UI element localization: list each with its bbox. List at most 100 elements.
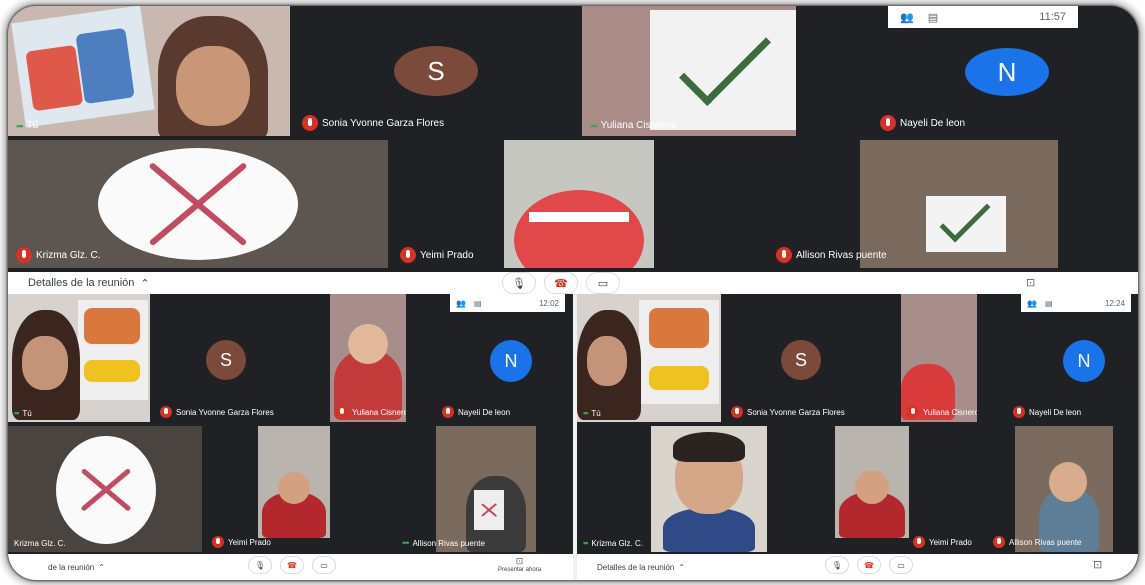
chevron-up-icon[interactable]: ⌃ <box>98 563 105 572</box>
meeting-details-link[interactable]: de la reunión <box>48 563 94 572</box>
video-tile[interactable]: Yeimi Prado <box>833 426 985 552</box>
meet-screenshot-bottom-right: ▪▪ Tú S Sonia Yvonne Garza Flores Yulian… <box>577 294 1138 580</box>
end-call-icon[interactable]: ☎ <box>280 556 304 574</box>
mic-off-icon <box>160 406 172 418</box>
avatar-tile[interactable]: N Nayeli De leon 👥 ▤ 12:02 <box>410 294 573 422</box>
avatar-tile[interactable]: S Sonia Yvonne Garza Flores <box>154 294 326 422</box>
participant-label: Nayeli De leon <box>442 406 510 418</box>
video-tile[interactable]: Allison Rivas puente <box>989 426 1138 552</box>
camera-icon[interactable]: ▭ <box>586 272 620 294</box>
audio-indicator-icon: ▪▪ <box>583 408 588 418</box>
participant-label: ▪▪ Krizma Glz. C. <box>583 538 643 548</box>
chevron-up-icon[interactable]: ⌃ <box>140 277 149 290</box>
video-tile-self[interactable]: ▪▪▪ Tú <box>8 6 290 136</box>
present-now-button[interactable]: ⊡ Presentar ahora <box>498 556 541 573</box>
end-call-icon[interactable]: ☎ <box>857 556 881 574</box>
people-icon[interactable]: 👥 <box>1027 299 1037 308</box>
end-call-icon[interactable]: ☎ <box>544 272 578 294</box>
mic-off-icon <box>776 247 792 263</box>
meet-screenshot-bottom-left: ▪▪ Tú S Sonia Yvonne Garza Flores Yulian… <box>8 294 573 580</box>
audio-indicator-icon: ▪▪ <box>583 538 588 548</box>
video-tile[interactable]: Yeimi Prado <box>392 140 654 268</box>
mic-off-icon <box>442 406 454 418</box>
participant-label: Sonia Yvonne Garza Flores <box>160 406 274 418</box>
avatar-tile[interactable]: N Nayeli De leon 👥 ▤ 11:57 <box>800 6 1138 136</box>
participant-label: Nayeli De leon <box>880 115 965 131</box>
participant-label: Nayeli De leon <box>1013 406 1081 418</box>
avatar: S <box>206 340 246 380</box>
people-icon[interactable]: 👥 <box>456 299 466 308</box>
participant-label: Sonia Yvonne Garza Flores <box>731 406 845 418</box>
mic-icon[interactable]: 🎙 <box>248 556 272 574</box>
participant-label: ▪▪▪ Tú <box>16 120 39 131</box>
held-card <box>926 191 1006 252</box>
x-mark-icon <box>56 436 156 544</box>
chat-icon[interactable]: ▤ <box>1045 299 1053 308</box>
participant-label: Sonia Yvonne Garza Flores <box>302 115 444 131</box>
video-tile[interactable]: Yuliana Cisneros <box>901 294 977 422</box>
mic-icon[interactable]: 🎙 <box>825 556 849 574</box>
participant-label: Krizma Glz. C. <box>14 539 66 548</box>
camera-icon[interactable]: ▭ <box>312 556 336 574</box>
meeting-details-link[interactable]: Detalles de la reunión <box>28 277 134 289</box>
avatar-tile[interactable]: S Sonia Yvonne Garza Flores <box>725 294 897 422</box>
held-picture <box>11 6 155 128</box>
present-icon[interactable]: ⊡ <box>1026 276 1035 289</box>
video-tile[interactable]: Yuliana Cisneros <box>330 294 406 422</box>
avatar-tile[interactable]: S Sonia Yvonne Garza Flores <box>294 6 578 136</box>
video-tile-self[interactable]: ▪▪ Tú <box>577 294 721 422</box>
x-mark-icon <box>98 148 298 260</box>
meet-screenshot-top: ▪▪▪ Tú S Sonia Yvonne Garza Flores ▪▪▪ Y… <box>8 6 1138 272</box>
collage-frame: ▪▪▪ Tú S Sonia Yvonne Garza Flores ▪▪▪ Y… <box>8 6 1138 580</box>
audio-indicator-icon: ▪▪▪ <box>590 120 598 131</box>
audio-indicator-icon: ▪▪▪ <box>16 120 24 131</box>
meeting-details-link[interactable]: Detalles de la reunión <box>597 563 674 572</box>
audio-indicator-icon: ••• <box>402 538 410 548</box>
mic-off-icon <box>212 536 224 548</box>
meeting-info-bar: 👥 ▤ 11:57 <box>888 6 1078 28</box>
clock: 11:57 <box>1039 11 1066 23</box>
mic-off-icon <box>1013 406 1025 418</box>
avatar-tile[interactable]: N Nayeli De leon 👥 ▤ 12:24 <box>981 294 1138 422</box>
present-icon: ⊡ <box>515 556 524 566</box>
present-icon[interactable]: ⊡ <box>1093 558 1102 571</box>
video-tile[interactable]: ▪▪ Krizma Glz. C. <box>577 426 829 552</box>
participant-label: Allison Rivas puente <box>993 536 1081 548</box>
participant-label: ▪▪▪ Yuliana Cisneros <box>590 120 676 131</box>
video-tile[interactable]: Krizma Glz. C. <box>8 426 202 552</box>
chat-icon[interactable]: ▤ <box>928 11 938 24</box>
call-controls: 🎙 ☎ ▭ <box>244 556 340 574</box>
people-icon[interactable]: 👥 <box>900 11 914 24</box>
participant-video <box>663 508 755 552</box>
participant-label: Yeimi Prado <box>913 536 972 548</box>
chevron-up-icon[interactable]: ⌃ <box>678 563 685 572</box>
video-tile[interactable]: ▪▪▪ Yuliana Cisneros <box>582 6 796 136</box>
mic-off-icon <box>731 406 743 418</box>
video-tile-self[interactable]: ▪▪ Tú <box>8 294 150 422</box>
avatar: S <box>394 46 478 96</box>
video-tile[interactable]: Yeimi Prado <box>206 426 382 552</box>
video-tile[interactable]: Krizma Glz. C. <box>8 140 388 268</box>
mic-off-icon <box>400 247 416 263</box>
mic-icon[interactable]: 🎙 <box>502 272 536 294</box>
video-tile[interactable]: Allison Rivas puente <box>658 140 1138 268</box>
mic-off-icon <box>16 247 32 263</box>
held-picture <box>639 300 719 404</box>
meeting-info-bar: 👥 ▤ 12:02 <box>450 294 565 312</box>
meeting-details-bar: Detalles de la reunión ⌃ 🎙 ☎ ▭ ⊡ <box>8 272 1138 294</box>
x-mark-icon <box>474 490 504 530</box>
mic-off-icon <box>993 536 1005 548</box>
avatar: N <box>965 48 1049 96</box>
audio-indicator-icon: ▪▪ <box>14 408 19 418</box>
chat-icon[interactable]: ▤ <box>474 299 482 308</box>
bottom-control-bar: Detalles de la reunión ⌃ 🎙 ☎ ▭ ⊡ <box>577 554 1138 580</box>
mic-off-icon <box>907 406 919 418</box>
mic-off-icon <box>880 115 896 131</box>
camera-icon[interactable]: ▭ <box>889 556 913 574</box>
participant-label: Krizma Glz. C. <box>16 247 100 263</box>
held-card <box>650 10 796 130</box>
clock: 12:02 <box>538 298 559 308</box>
participant-label: Allison Rivas puente <box>776 247 887 263</box>
check-mark-icon <box>679 14 771 106</box>
video-tile[interactable]: ••• Allison Rivas puente <box>386 426 573 552</box>
